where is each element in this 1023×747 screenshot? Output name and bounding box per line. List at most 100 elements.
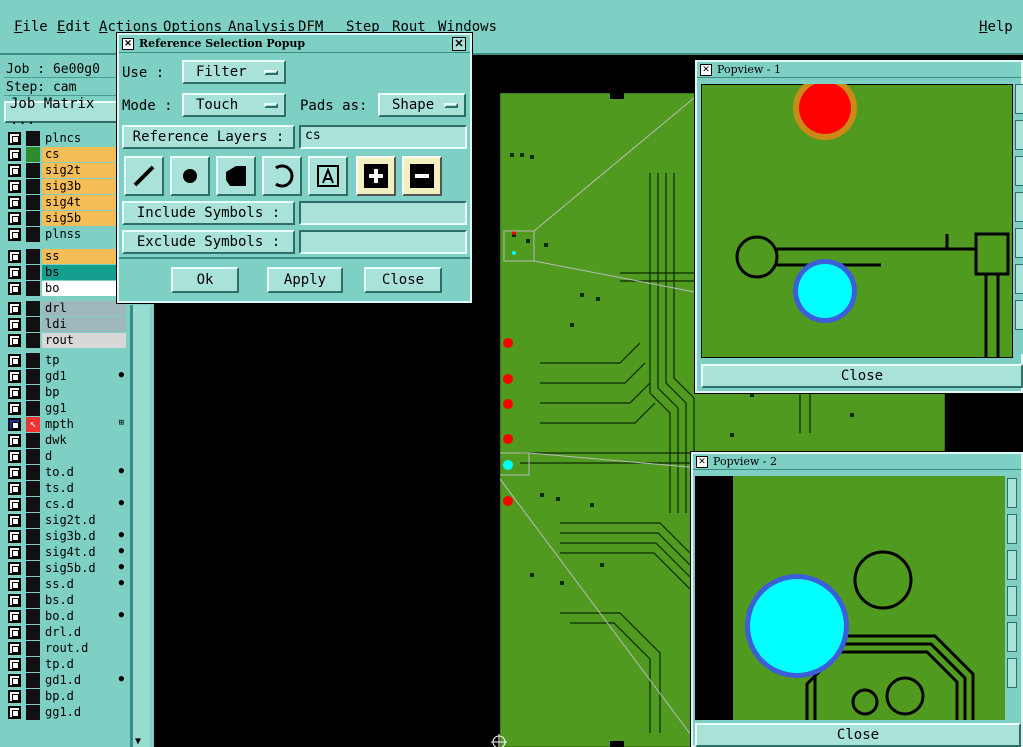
layer-color-swatch[interactable] (26, 641, 40, 656)
layer-checkbox[interactable] (8, 228, 21, 241)
layer-checkbox[interactable] (8, 530, 21, 543)
scroll-down-icon[interactable]: ▼ (135, 736, 141, 747)
layer-checkbox[interactable] (8, 334, 21, 347)
window-menu-icon[interactable]: ✕ (122, 38, 134, 50)
layer-checkbox[interactable] (8, 578, 21, 591)
apply-button[interactable]: Apply (267, 267, 343, 293)
ok-button[interactable]: Ok (171, 267, 239, 293)
layer-row-gd1-d[interactable]: gd1.d ● (4, 673, 126, 688)
layer-color-swatch[interactable] (26, 513, 40, 528)
layer-row-rout-d[interactable]: rout.d (4, 641, 126, 656)
layer-row-plncs[interactable]: plncs (4, 131, 126, 146)
layer-checkbox[interactable] (8, 546, 21, 559)
layer-color-swatch[interactable] (26, 179, 40, 194)
layer-checkbox[interactable] (8, 514, 21, 527)
layer-name[interactable]: ts.d (42, 481, 126, 496)
layer-checkbox[interactable] (8, 482, 21, 495)
popview-2-side-toolbar[interactable] (1007, 478, 1017, 718)
layer-checkbox[interactable] (8, 354, 21, 367)
layer-checkbox[interactable] (8, 418, 21, 431)
layer-row-sig5b-d[interactable]: sig5b.d ● (4, 561, 126, 576)
job-matrix-button[interactable]: Job Matrix ... (4, 96, 122, 128)
layer-name[interactable]: sig3b (42, 179, 126, 194)
layer-row-bo[interactable]: bo (4, 281, 126, 296)
popview-1-titlebar[interactable]: ✕ Popview - 1 (697, 62, 1021, 78)
layer-color-swatch[interactable] (26, 317, 40, 332)
layer-row-tp-d[interactable]: tp.d (4, 657, 126, 672)
layer-name[interactable]: sig2t.d (42, 513, 126, 528)
layer-checkbox[interactable] (8, 148, 21, 161)
layer-checkbox[interactable] (8, 302, 21, 315)
layer-name[interactable]: gd1 (42, 369, 126, 384)
layer-color-swatch[interactable] (26, 163, 40, 178)
layer-row-ss[interactable]: ss (4, 249, 126, 264)
layer-row-cs[interactable]: cs (4, 147, 126, 162)
layer-row-tp[interactable]: tp (4, 353, 126, 368)
mode-combo[interactable]: Touch (182, 93, 286, 117)
layer-name[interactable]: bo (42, 281, 126, 296)
layer-color-swatch[interactable] (26, 211, 40, 226)
layer-color-swatch[interactable] (26, 281, 40, 296)
layer-row-ldi[interactable]: ldi (4, 317, 126, 332)
menu-file[interactable]: File (14, 19, 48, 35)
layer-row-bs[interactable]: bs (4, 265, 126, 280)
layer-checkbox[interactable] (8, 466, 21, 479)
layer-name[interactable]: cs (42, 147, 126, 162)
exclude-symbols-input[interactable] (299, 230, 467, 254)
layer-name[interactable]: sig5b (42, 211, 126, 226)
layer-name[interactable]: gg1.d (42, 705, 126, 720)
popview-1-side-toolbar[interactable] (1015, 84, 1023, 354)
layer-color-swatch[interactable] (26, 673, 40, 688)
popup-close-icon[interactable]: ✕ (452, 37, 466, 51)
popview-2-titlebar[interactable]: ✕ Popview - 2 (693, 454, 1021, 470)
layer-row-gg1[interactable]: gg1 (4, 401, 126, 416)
layer-checkbox[interactable] (8, 402, 21, 415)
layer-color-swatch[interactable] (26, 369, 40, 384)
layer-row-d[interactable]: d (4, 449, 126, 464)
pads-as-combo[interactable]: Shape (378, 93, 466, 117)
layer-name[interactable]: ss.d (42, 577, 126, 592)
layer-color-swatch[interactable] (26, 385, 40, 400)
layer-checkbox[interactable] (8, 658, 21, 671)
layer-name[interactable]: rout.d (42, 641, 126, 656)
layer-row-sig4t-d[interactable]: sig4t.d ● (4, 545, 126, 560)
popview-2-close-button[interactable]: Close (695, 723, 1021, 747)
layer-row-gg1-d[interactable]: gg1.d (4, 705, 126, 720)
layer-color-swatch[interactable] (26, 593, 40, 608)
layer-name[interactable]: drl (42, 301, 126, 316)
layer-row-bs-d[interactable]: bs.d (4, 593, 126, 608)
layer-row-drl-d[interactable]: drl.d (4, 625, 126, 640)
layer-color-swatch[interactable] (26, 625, 40, 640)
layer-color-swatch[interactable] (26, 147, 40, 162)
layer-row-sig4t[interactable]: sig4t (4, 195, 126, 210)
layer-checkbox[interactable] (8, 642, 21, 655)
layer-name[interactable]: bs.d (42, 593, 126, 608)
layer-color-swatch[interactable]: ↖ (26, 417, 40, 432)
layer-name[interactable]: sig2t (42, 163, 126, 178)
layer-row-bo-d[interactable]: bo.d ● (4, 609, 126, 624)
layer-name[interactable]: sig4t.d (42, 545, 126, 560)
layer-name[interactable]: to.d (42, 465, 126, 480)
layer-name[interactable]: bo.d (42, 609, 126, 624)
layer-row-sig3b[interactable]: sig3b (4, 179, 126, 194)
layer-color-swatch[interactable] (26, 333, 40, 348)
layer-row-gd1[interactable]: gd1 ● (4, 369, 126, 384)
layer-checkbox[interactable] (8, 498, 21, 511)
layer-color-swatch[interactable] (26, 481, 40, 496)
close-button[interactable]: Close (364, 267, 442, 293)
layer-row-plnss[interactable]: plnss (4, 227, 126, 242)
layer-name[interactable]: gd1.d (42, 673, 126, 688)
layer-name[interactable]: cs.d (42, 497, 126, 512)
layer-color-swatch[interactable] (26, 609, 40, 624)
layer-checkbox[interactable] (8, 562, 21, 575)
layer-row-sig2t-d[interactable]: sig2t.d (4, 513, 126, 528)
layer-name[interactable]: gg1 (42, 401, 126, 416)
layer-name[interactable]: tp (42, 353, 126, 368)
tool-line[interactable] (124, 156, 164, 196)
layer-color-swatch[interactable] (26, 561, 40, 576)
layer-color-swatch[interactable] (26, 131, 40, 146)
layer-name[interactable]: ss (42, 249, 126, 264)
tool-surface[interactable] (216, 156, 256, 196)
layer-checkbox[interactable] (8, 594, 21, 607)
layer-color-swatch[interactable] (26, 497, 40, 512)
